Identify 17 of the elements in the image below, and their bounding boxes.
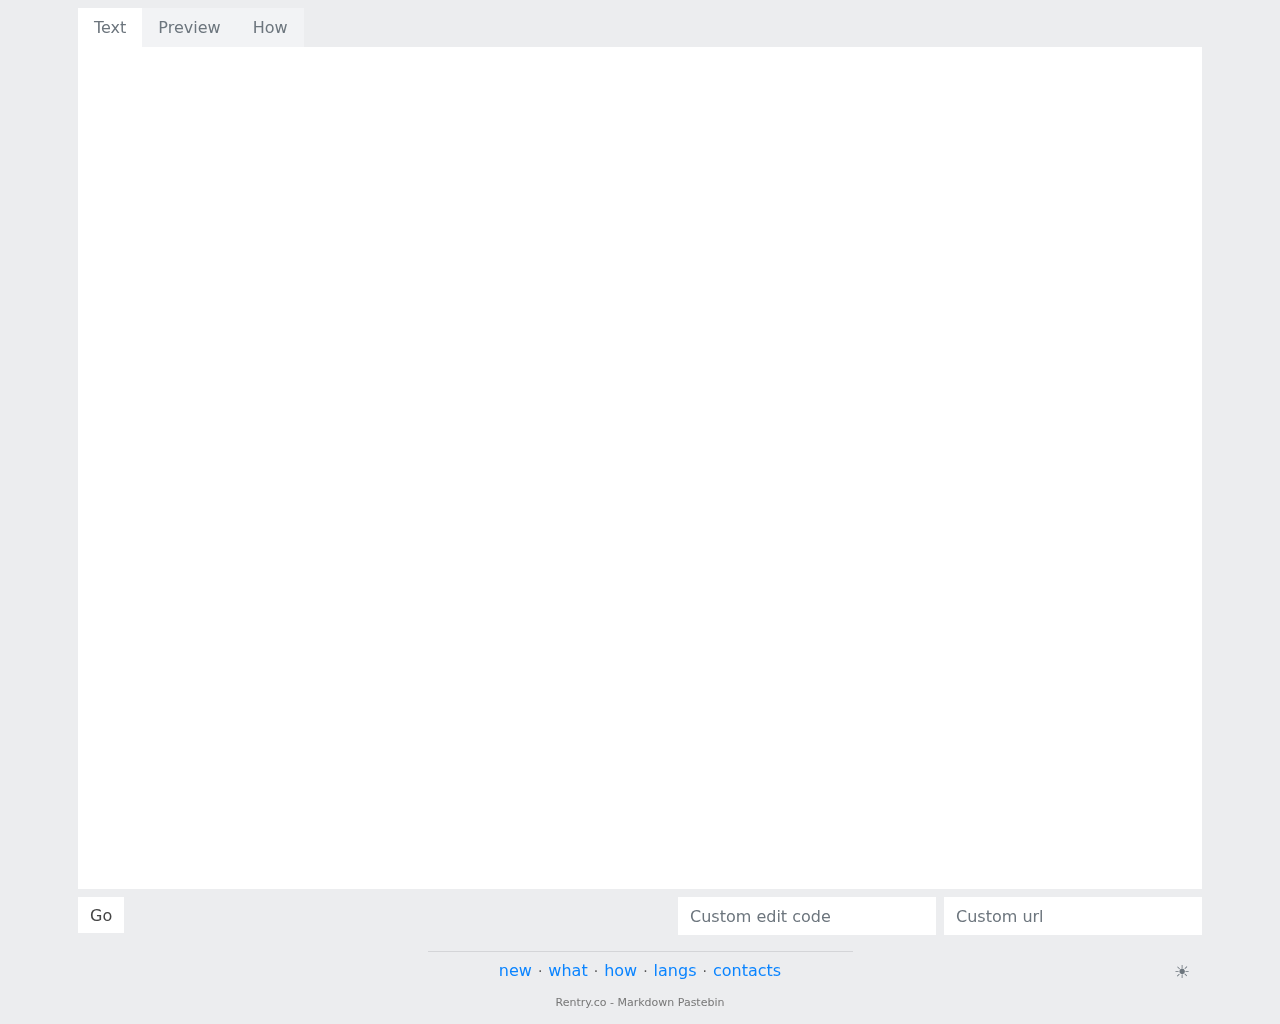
nav-link[interactable]: langs (653, 961, 697, 980)
go-button[interactable]: Go (78, 897, 125, 933)
footer-text: Rentry.co - Markdown Pastebin (555, 996, 725, 1009)
theme-toggle[interactable]: ☀ (1174, 961, 1190, 983)
nav-link[interactable]: new (498, 961, 532, 980)
nav-link[interactable]: contacts (712, 961, 782, 980)
separator: · (643, 962, 648, 979)
separator: · (702, 962, 707, 979)
separator: · (593, 962, 599, 979)
nav-link[interactable]: how (604, 961, 638, 980)
input-field[interactable]: Custom edit code (678, 897, 936, 935)
nav-link[interactable]: what (548, 961, 588, 980)
tab[interactable]: How (236, 8, 304, 47)
input-field[interactable]: Custom url (944, 897, 1202, 935)
tab[interactable]: Preview (142, 8, 237, 47)
tab[interactable]: Text (78, 8, 143, 47)
separator: · (537, 962, 543, 979)
